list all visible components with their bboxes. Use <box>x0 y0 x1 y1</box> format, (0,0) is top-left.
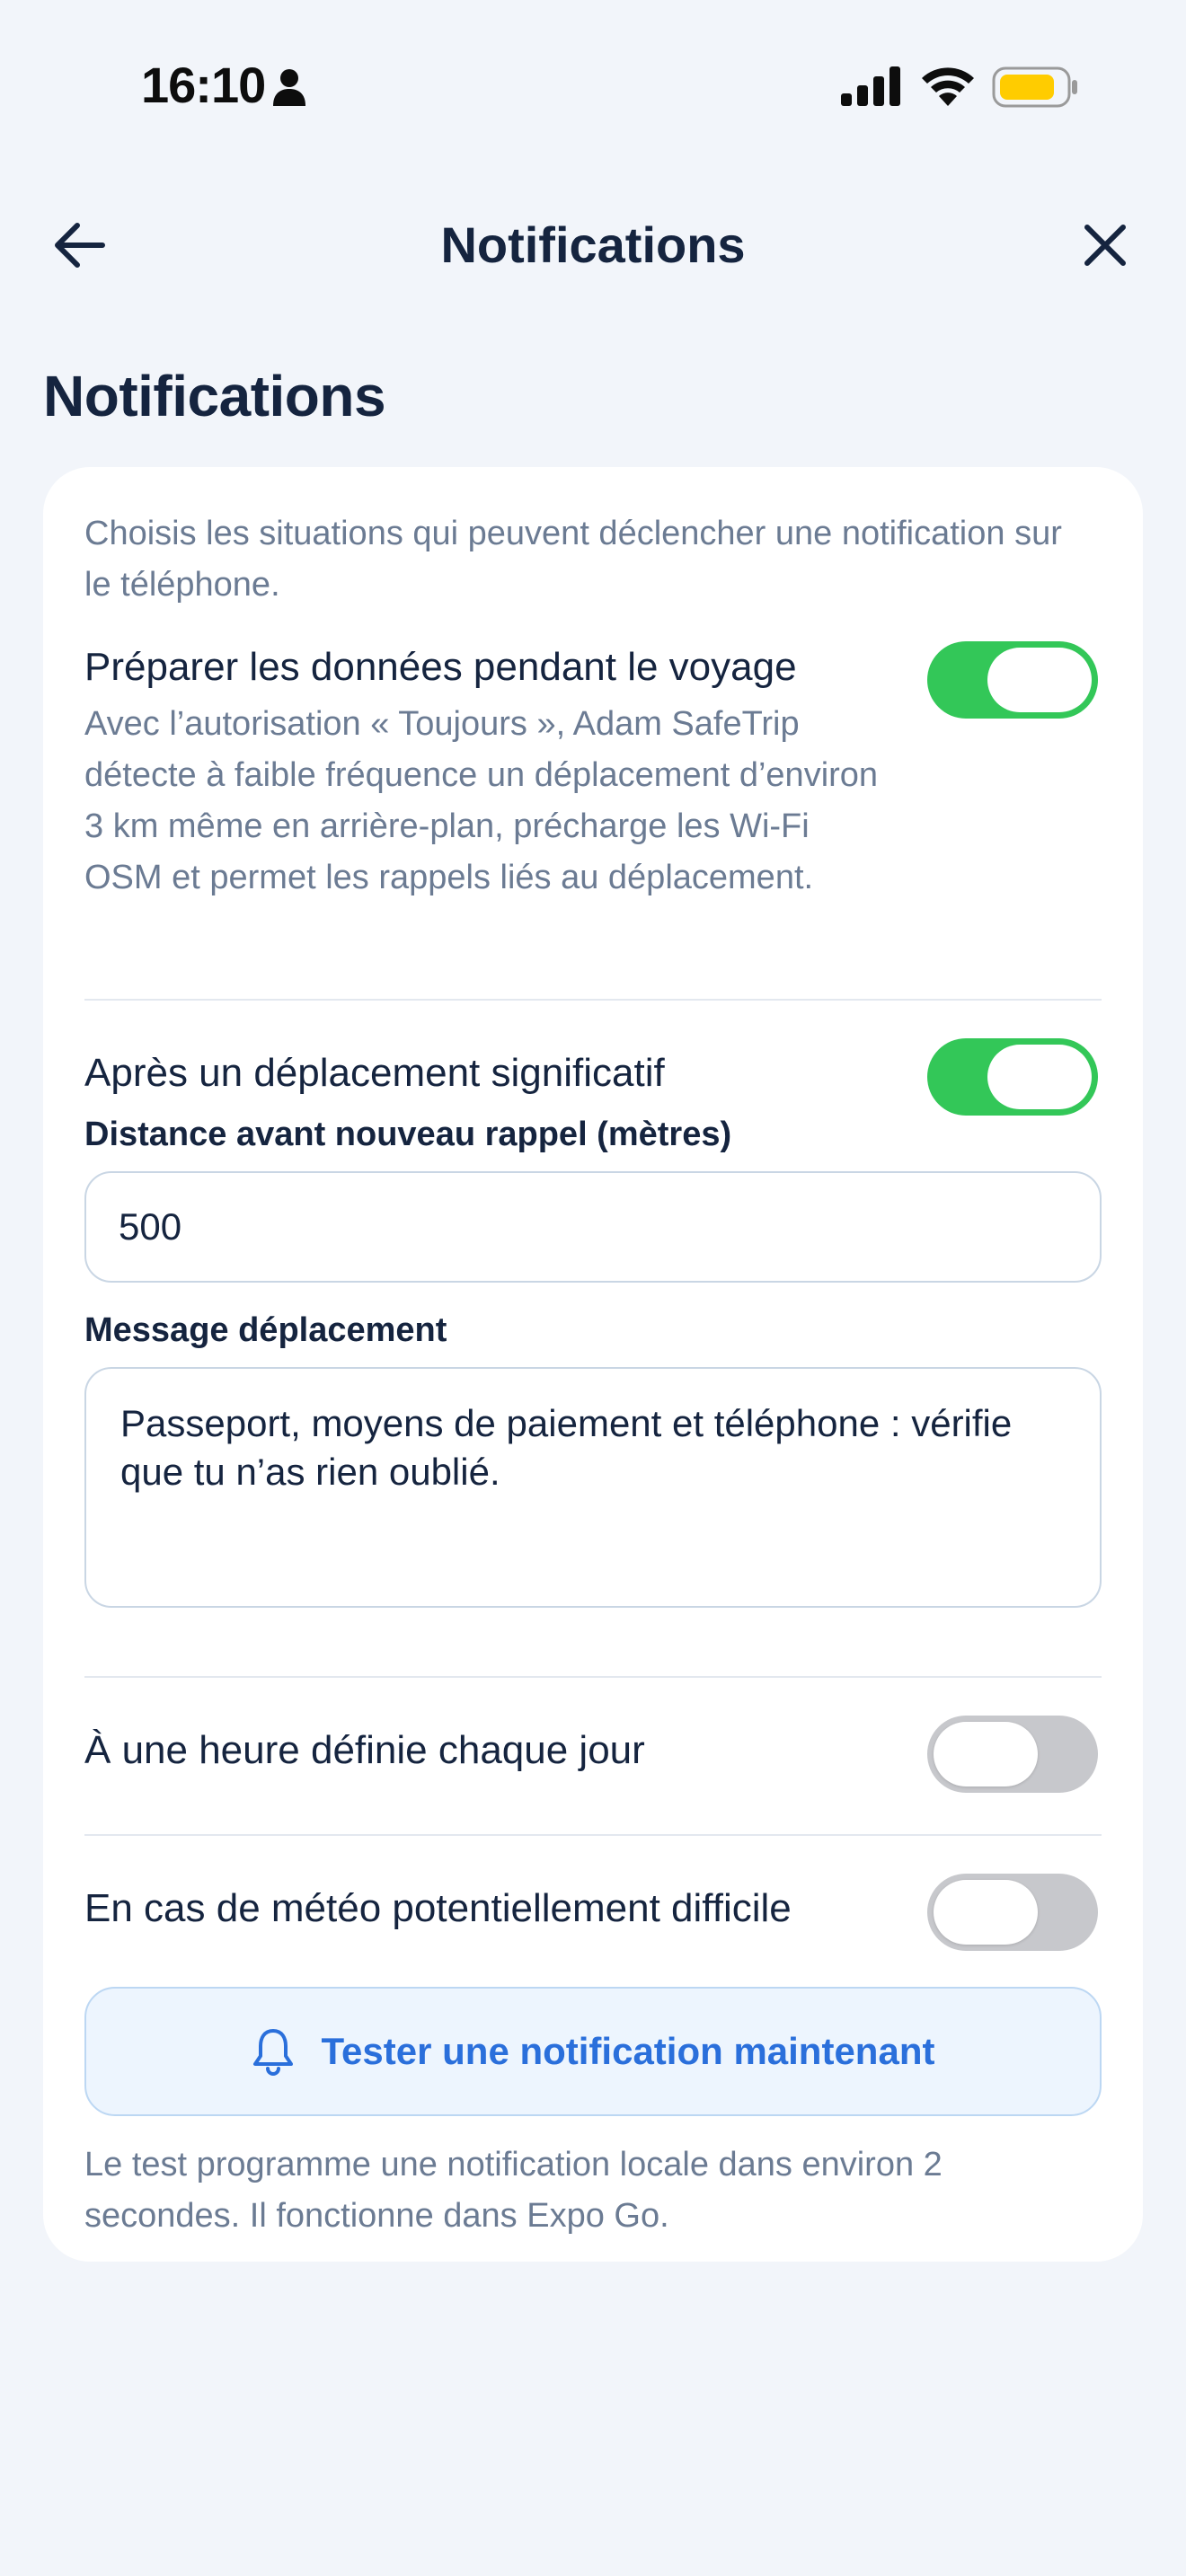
travel-prep-title: Préparer les données pendant le voyage <box>84 645 797 689</box>
bell-icon <box>252 2029 293 2076</box>
notifications-screen: 16:10 Notifications Notifications Choisi… <box>0 0 1186 2576</box>
signal-icon <box>841 66 900 106</box>
travel-prep-description: Avec l’autorisation « Toujours », Adam S… <box>84 705 879 896</box>
bad-weather-toggle[interactable] <box>927 1874 1098 1951</box>
intro-text: Choisis les situations qui peuvent décle… <box>84 515 1062 604</box>
daily-time-title: À une heure définie chaque jour <box>84 1728 645 1772</box>
travel-prep-toggle[interactable] <box>927 641 1098 719</box>
bad-weather-title: En cas de météo potentiellement difficil… <box>84 1886 792 1930</box>
significant-move-title: Après un déplacement significatif <box>84 1051 665 1095</box>
distance-label: Distance avant nouveau rappel (mètres) <box>84 1116 732 1153</box>
header-title: Notifications <box>440 216 746 273</box>
significant-move-toggle[interactable] <box>927 1038 1098 1116</box>
divider <box>84 1834 1102 1836</box>
toggle-knob <box>934 1722 1038 1786</box>
toggle-knob <box>987 648 1092 712</box>
message-textarea[interactable]: Passeport, moyens de paiement et télépho… <box>84 1367 1102 1608</box>
toggle-knob <box>934 1880 1038 1945</box>
test-notification-label: Tester une notification maintenant <box>321 2030 935 2072</box>
distance-input[interactable]: 500 <box>84 1171 1102 1283</box>
status-bar: 16:10 <box>0 0 1186 171</box>
close-button[interactable] <box>1069 214 1141 277</box>
test-footnote: Le test programme une notification local… <box>84 2146 943 2235</box>
close-icon <box>1084 225 1126 266</box>
toggle-knob <box>987 1045 1092 1109</box>
page-title: Notifications <box>43 364 386 428</box>
nav-header: Notifications <box>0 198 1186 287</box>
wifi-icon <box>922 67 974 106</box>
status-time: 16:10 <box>141 57 266 113</box>
test-notification-button[interactable]: Tester une notification maintenant <box>84 1987 1102 2116</box>
daily-time-toggle[interactable] <box>927 1716 1098 1793</box>
person-icon <box>273 69 305 106</box>
notification-settings-card: Choisis les situations qui peuvent décle… <box>43 467 1143 2262</box>
battery-icon <box>992 66 1077 108</box>
divider <box>84 1676 1102 1678</box>
message-label: Message déplacement <box>84 1311 447 1349</box>
divider <box>84 999 1102 1001</box>
